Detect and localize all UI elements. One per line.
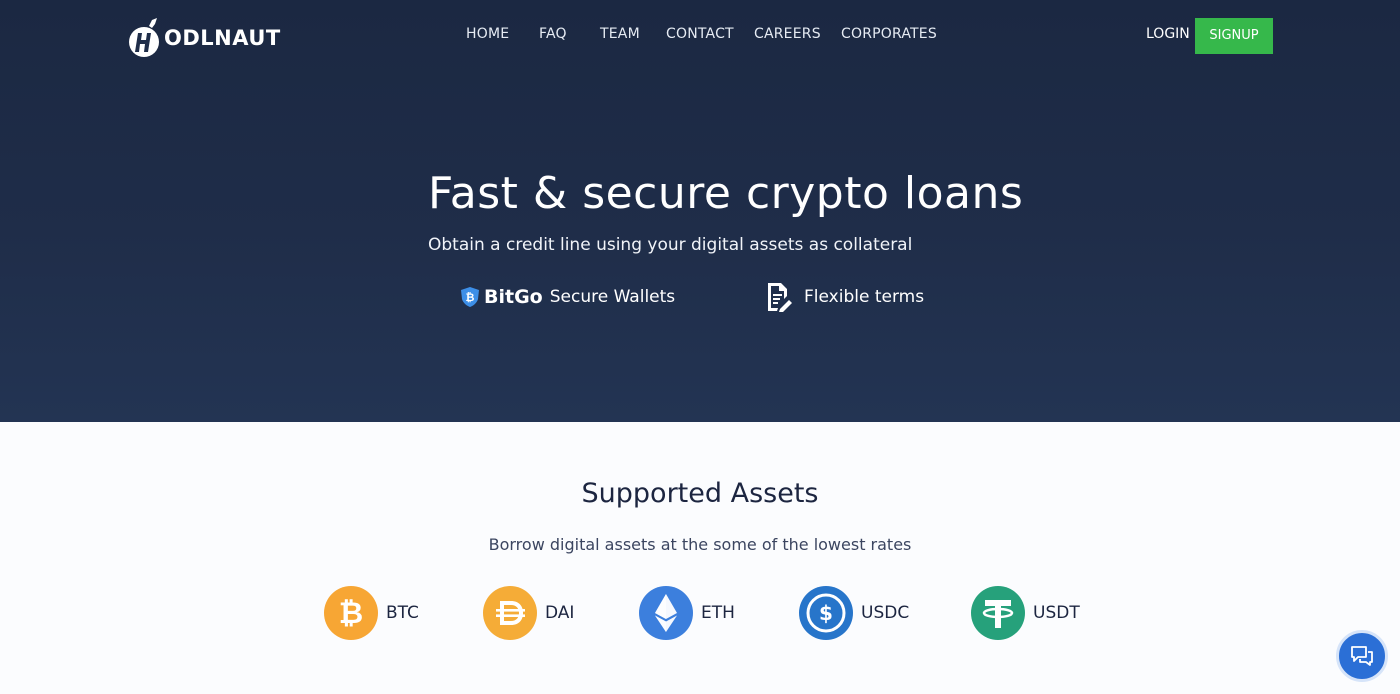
document-pen-icon [768, 283, 792, 312]
supported-assets-subtitle: Borrow digital assets at the some of the… [488, 535, 912, 554]
nav-faq[interactable]: FAQ [539, 26, 567, 42]
feature-label: Secure Wallets [549, 287, 676, 307]
main-nav: HOME FAQ TEAM CONTACT CAREERS CORPORATES [0, 26, 1400, 46]
feature-label: Flexible terms [804, 287, 925, 307]
nav-contact[interactable]: CONTACT [666, 26, 734, 42]
asset-symbol: DAI [545, 603, 575, 623]
supported-assets-title: Supported Assets [581, 478, 819, 509]
nav-careers[interactable]: CAREERS [754, 26, 821, 42]
asset-usdc: $ USDC [799, 586, 909, 640]
feature-flexible-terms: Flexible terms [766, 282, 924, 312]
signup-button[interactable]: SIGNUP [1195, 18, 1273, 54]
svg-text:$: $ [819, 601, 833, 625]
asset-dai: DAI [483, 586, 574, 640]
hero-title: Fast & secure crypto loans [428, 168, 1024, 219]
asset-symbol: ETH [701, 603, 735, 623]
svg-text:₿: ₿ [466, 291, 475, 304]
asset-usdt: USDT [971, 586, 1080, 640]
svg-text:₿: ₿ [339, 596, 363, 631]
asset-symbol: USDT [1033, 603, 1080, 623]
nav-corporates[interactable]: CORPORATES [841, 26, 937, 42]
asset-symbol: BTC [386, 603, 419, 623]
top-navbar: ODLNAUT HOME FAQ TEAM CONTACT CAREERS CO… [0, 0, 1400, 72]
asset-btc: ₿ BTC [324, 586, 419, 640]
login-link[interactable]: LOGIN [1146, 26, 1190, 42]
chat-bubbles-icon [1351, 646, 1373, 666]
bitgo-brand: BitGo [484, 286, 543, 308]
bitcoin-icon: ₿ [324, 586, 378, 640]
asset-eth: ETH [639, 586, 735, 640]
hero-section: ODLNAUT HOME FAQ TEAM CONTACT CAREERS CO… [0, 0, 1400, 422]
usdc-icon: $ [799, 586, 853, 640]
tether-icon [971, 586, 1025, 640]
nav-team[interactable]: TEAM [600, 26, 640, 42]
bitgo-shield-icon: ₿ [461, 287, 479, 307]
hero-subtitle: Obtain a credit line using your digital … [428, 235, 913, 255]
dai-icon [483, 586, 537, 640]
ethereum-icon [639, 586, 693, 640]
asset-symbol: USDC [861, 603, 910, 623]
chat-widget-button[interactable] [1336, 630, 1388, 682]
feature-bitgo-wallets: ₿ BitGo Secure Wallets [460, 282, 675, 312]
nav-home[interactable]: HOME [466, 26, 509, 42]
